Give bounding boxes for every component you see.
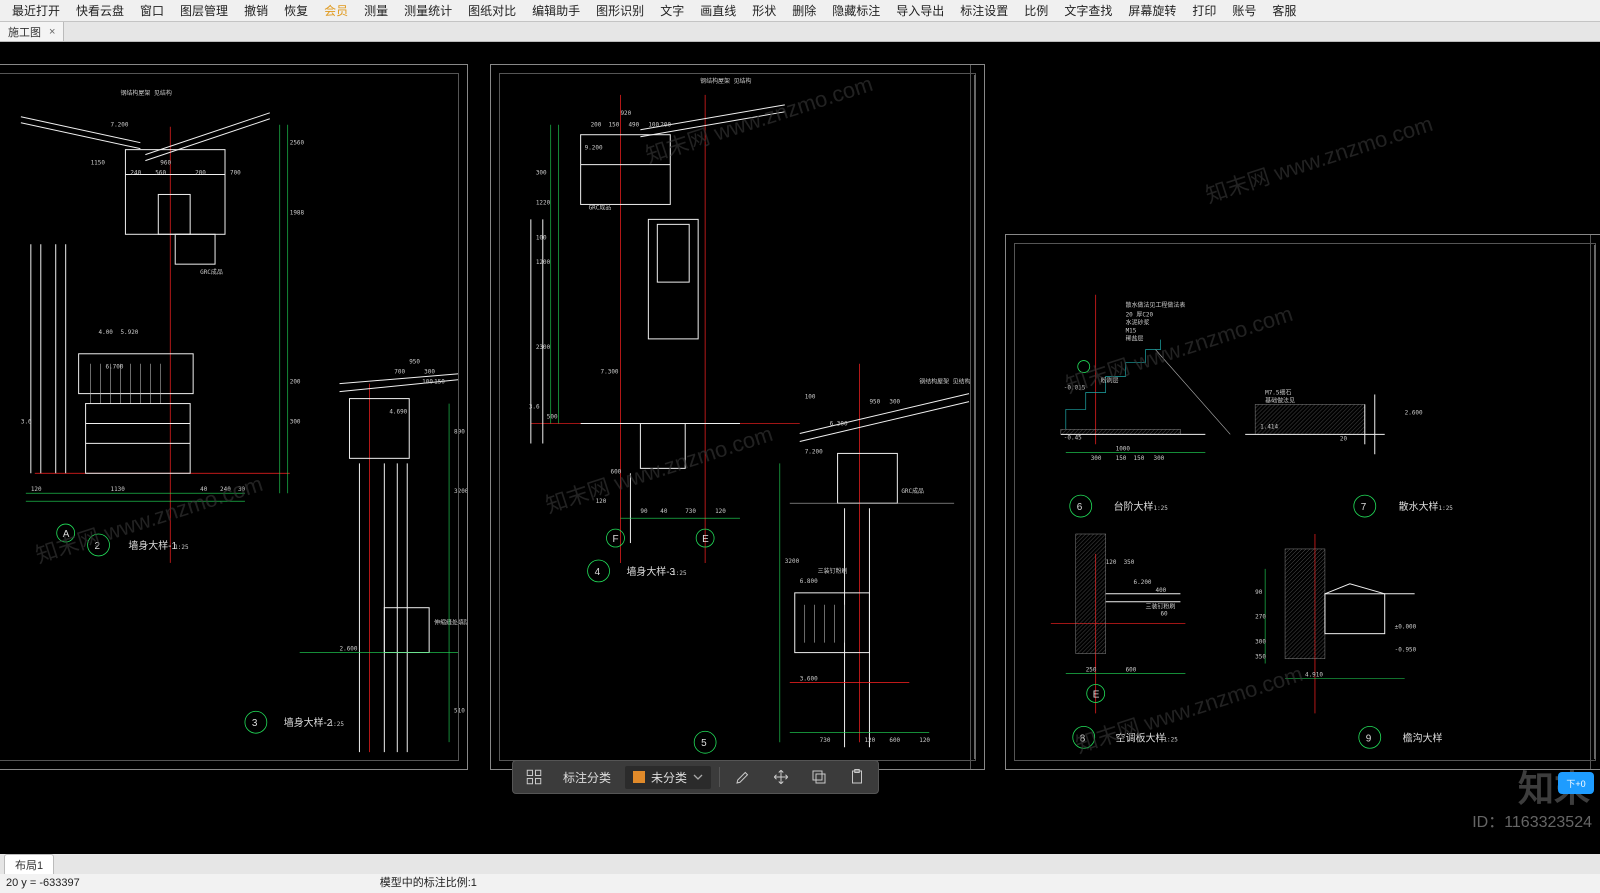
edit-icon[interactable] <box>728 765 758 789</box>
tab-construction-drawing[interactable]: 施工图 × <box>0 22 64 41</box>
grid-icon[interactable] <box>519 765 549 789</box>
menu-delete[interactable]: 删除 <box>784 0 824 22</box>
menu-rotate[interactable]: 屏幕旋转 <box>1120 0 1184 22</box>
close-icon[interactable]: × <box>49 26 55 38</box>
move-icon[interactable] <box>766 765 796 789</box>
menu-member[interactable]: 会员 <box>316 0 356 22</box>
menu-hide-annot[interactable]: 隐藏标注 <box>824 0 888 22</box>
menu-layers[interactable]: 图层管理 <box>172 0 236 22</box>
paste-icon[interactable] <box>842 765 872 789</box>
layout-tabbar: 布局1 <box>0 854 1600 874</box>
sheet-3-legend <box>1590 235 1600 769</box>
menu-annot-settings[interactable]: 标注设置 <box>952 0 1016 22</box>
menu-undo[interactable]: 撤销 <box>236 0 276 22</box>
copy-icon[interactable] <box>804 765 834 789</box>
annot-classify-button[interactable]: 标注分类 <box>557 766 617 789</box>
menu-scale[interactable]: 比例 <box>1016 0 1056 22</box>
cursor-coords: 20 y = -633397 <box>6 874 80 893</box>
model-scale: 模型中的标注比例:1 <box>380 874 477 893</box>
menu-measure[interactable]: 测量 <box>356 0 396 22</box>
menu-line[interactable]: 画直线 <box>692 0 744 22</box>
menu-shapes[interactable]: 形状 <box>744 0 784 22</box>
chevron-down-icon <box>693 772 703 782</box>
sheet-2-border <box>499 73 976 761</box>
statusbar: 20 y = -633397 模型中的标注比例:1 <box>0 874 1600 893</box>
sheet-2: 3001220 12002300 100 920200 150490 10020… <box>490 64 985 770</box>
sheet-1: 120 1130 40 240 30 2560 1988 200 300 4.0… <box>0 64 468 770</box>
annot-category-select[interactable]: 未分类 <box>625 766 711 789</box>
drawing-canvas[interactable]: 120 1130 40 240 30 2560 1988 200 300 4.0… <box>0 42 1600 854</box>
menubar: 最近打开 快看云盘 窗口 图层管理 撤销 恢复 会员 测量 测量统计 图纸对比 … <box>0 0 1600 22</box>
tab-title: 施工图 <box>8 24 41 40</box>
annot-classify-label: 标注分类 <box>563 769 611 786</box>
floating-toolbar[interactable]: 标注分类 未分类 <box>512 760 879 794</box>
menu-compare[interactable]: 图纸对比 <box>460 0 524 22</box>
sheet-3-border <box>1014 243 1596 761</box>
menu-window[interactable]: 窗口 <box>132 0 172 22</box>
resource-id: ID：1163323524 <box>1472 808 1592 832</box>
separator <box>719 767 720 787</box>
color-swatch-icon <box>633 771 645 783</box>
menu-import-export[interactable]: 导入导出 <box>888 0 952 22</box>
sheet-1-border <box>0 73 459 761</box>
document-tabbar: 施工图 × <box>0 22 1600 42</box>
annot-category-value: 未分类 <box>651 769 687 786</box>
menu-find-text[interactable]: 文字查找 <box>1056 0 1120 22</box>
menu-measure-stats[interactable]: 测量统计 <box>396 0 460 22</box>
menu-shape-recog[interactable]: 图形识别 <box>588 0 652 22</box>
sheet-3: -0.015 -0.45 散水做法见工程做法表 20 厚C20 水泥砂浆 M15… <box>1005 234 1600 770</box>
menu-print[interactable]: 打印 <box>1184 0 1224 22</box>
sheet-2-legend <box>970 65 984 769</box>
menu-clouddisk[interactable]: 快看云盘 <box>68 0 132 22</box>
watermark: 知末网 www.znzmo.com <box>1201 106 1436 210</box>
menu-recent[interactable]: 最近打开 <box>4 0 68 22</box>
menu-redo[interactable]: 恢复 <box>276 0 316 22</box>
menu-support[interactable]: 客服 <box>1264 0 1304 22</box>
layout-tab-1[interactable]: 布局1 <box>4 854 54 875</box>
menu-text[interactable]: 文字 <box>652 0 692 22</box>
menu-account[interactable]: 账号 <box>1224 0 1264 22</box>
menu-edit-assist[interactable]: 编辑助手 <box>524 0 588 22</box>
download-badge[interactable]: 下+0 <box>1558 772 1594 794</box>
